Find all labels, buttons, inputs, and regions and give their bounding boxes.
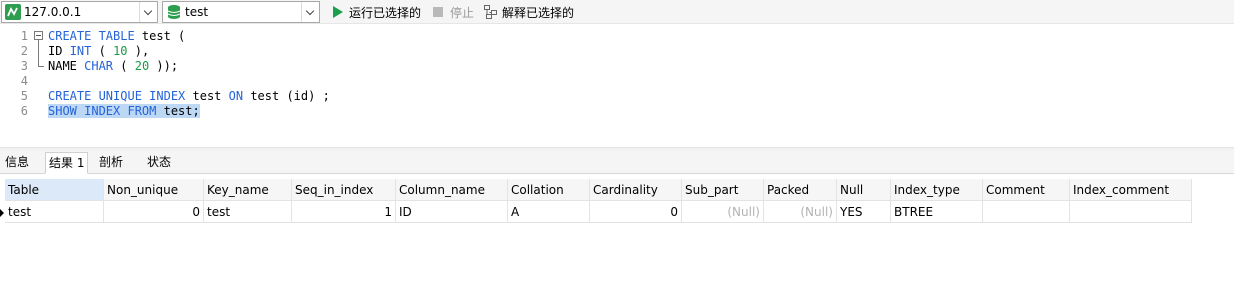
column-header[interactable]: Index_comment (1070, 179, 1192, 201)
explain-selected-label: 解释已选择的 (502, 5, 575, 20)
stop-icon (432, 5, 446, 19)
code-token: 20 (134, 59, 150, 73)
code-token: test (id) ; (243, 89, 330, 103)
connection-select[interactable]: 127.0.0.1 (1, 1, 158, 23)
table-cell[interactable]: test (204, 201, 292, 223)
column-header[interactable]: Key_name (204, 179, 292, 201)
table-cell[interactable]: ID (396, 201, 508, 223)
tab-result-1[interactable]: 结果 1 (45, 152, 89, 174)
code-token: SHOW INDEX FROM (48, 104, 157, 118)
editor-line[interactable]: 4 (0, 74, 1234, 89)
table-cell[interactable] (983, 201, 1070, 223)
table-cell[interactable]: 0 (104, 201, 204, 223)
database-icon (167, 5, 181, 19)
column-header[interactable]: Column_name (396, 179, 508, 201)
code-token: ID (48, 44, 70, 58)
editor-line[interactable]: 3 NAME CHAR ( 20 )); (0, 59, 1234, 74)
column-header[interactable]: Index_type (891, 179, 983, 201)
run-selected-label: 运行已选择的 (349, 5, 422, 20)
column-header[interactable]: Null (837, 179, 891, 201)
line-code: ID INT ( 10 ), (48, 44, 149, 59)
editor-line[interactable]: 6 SHOW INDEX FROM test; (0, 104, 1234, 119)
editor-line[interactable]: 1 CREATE TABLE test ( (0, 29, 1234, 44)
column-header[interactable]: Seq_in_index (292, 179, 396, 201)
table-cell[interactable]: A (508, 201, 590, 223)
database-label: test (185, 5, 209, 19)
explain-icon (484, 5, 497, 19)
line-code: CREATE UNIQUE INDEX test ON test (id) ; (48, 89, 330, 104)
tab-profile[interactable]: 剖析 (96, 152, 126, 174)
tab-status[interactable]: 状态 (144, 152, 174, 174)
database-select[interactable]: test (162, 1, 320, 23)
table-cell[interactable]: (Null) (764, 201, 837, 223)
code-token: ON (228, 89, 244, 103)
code-token: test ( (134, 29, 186, 43)
play-icon (331, 5, 345, 19)
table-cell[interactable]: 0 (590, 201, 682, 223)
table-cell[interactable]: BTREE (891, 201, 983, 223)
mysql-connection-icon (5, 4, 21, 20)
code-token: test; (156, 104, 200, 118)
line-code: NAME CHAR ( 20 )); (48, 59, 178, 74)
column-header[interactable]: Sub_part (682, 179, 764, 201)
code-token: test (185, 89, 229, 103)
stop-label: 停止 (450, 5, 475, 20)
sql-editor[interactable]: 1 CREATE TABLE test (2 ID INT ( 10 ), 3 NAME… (0, 25, 1234, 147)
line-number: 3 (20, 59, 28, 73)
editor-line[interactable]: 5 CREATE UNIQUE INDEX test ON test (id) ; (0, 89, 1234, 104)
connection-label: 127.0.0.1 (24, 5, 82, 19)
code-token: ( (113, 59, 135, 73)
result-tabs: 信息 结果 1 剖析 状态 (0, 150, 1234, 174)
code-token: ( (91, 44, 114, 58)
column-header[interactable]: Comment (983, 179, 1070, 201)
column-header[interactable]: Table (5, 179, 104, 201)
line-number: 6 (20, 104, 28, 118)
current-row-indicator-icon (0, 209, 4, 217)
column-header[interactable]: Collation (508, 179, 590, 201)
code-token: CREATE TABLE (48, 29, 135, 43)
explain-selected-button[interactable]: 解释已选择的 (484, 3, 574, 21)
table-cell[interactable] (1070, 201, 1192, 223)
code-token: CHAR (84, 59, 114, 73)
line-number: 1 (20, 29, 28, 43)
code-token: INT (69, 44, 92, 58)
toolbar: 127.0.0.1 test 运行已选择的 停止 解释已选择的 (0, 0, 1234, 24)
line-code: SHOW INDEX FROM test; (48, 104, 200, 119)
code-token: 10 (113, 44, 128, 58)
chevron-down-icon[interactable] (301, 2, 319, 22)
code-token: )); (149, 59, 179, 73)
line-number: 4 (20, 74, 28, 88)
code-token: CREATE UNIQUE INDEX (48, 89, 186, 103)
chevron-down-icon[interactable] (139, 2, 157, 22)
line-code: CREATE TABLE test ( (48, 29, 185, 44)
code-token: NAME (48, 59, 85, 73)
column-header[interactable]: Packed (764, 179, 837, 201)
column-header[interactable]: Cardinality (590, 179, 682, 201)
line-number: 2 (20, 44, 28, 58)
editor-line[interactable]: 2 ID INT ( 10 ), (0, 44, 1234, 59)
table-cell[interactable]: YES (837, 201, 891, 223)
stop-button[interactable]: 停止 (432, 3, 474, 21)
code-token: ), (127, 44, 150, 58)
tab-info[interactable]: 信息 (2, 152, 32, 174)
table-cell[interactable]: 1 (292, 201, 396, 223)
table-cell[interactable]: test (5, 201, 104, 223)
column-header[interactable]: Non_unique (104, 179, 204, 201)
line-number: 5 (20, 89, 28, 103)
run-selected-button[interactable]: 运行已选择的 (331, 3, 421, 21)
table-cell[interactable]: (Null) (682, 201, 764, 223)
